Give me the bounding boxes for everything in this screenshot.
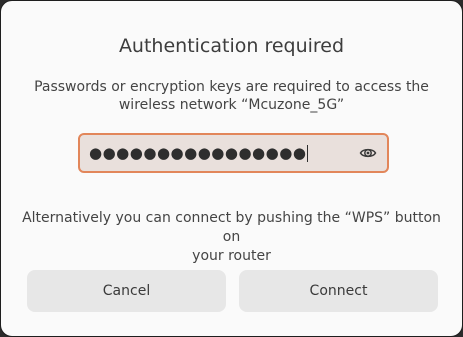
eye-icon[interactable] [359, 145, 377, 161]
authentication-dialog: Authentication required Passwords or enc… [0, 0, 463, 337]
text-caret [307, 145, 309, 162]
message-line-1: Passwords or encryption keys are require… [34, 79, 429, 95]
wps-hint-line-1: Alternatively you can connect by pushing… [22, 210, 441, 245]
cancel-button[interactable]: Cancel [27, 270, 226, 312]
wps-hint-line-2: your router [192, 248, 271, 264]
password-masked-text: ●●●●●●●●●●●●●●●● [89, 141, 309, 165]
eye-icon-graphic [359, 148, 377, 158]
connect-button[interactable]: Connect [239, 270, 438, 312]
dialog-title: Authentication required [118, 35, 345, 57]
message-line-2: wireless network “Mcuzone_5G” [118, 97, 345, 113]
password-field[interactable]: ●●●●●●●●●●●●●●●● [78, 133, 389, 173]
password-dots: ●●●●●●●●●●●●●●●● [89, 144, 307, 162]
dialog-message: Passwords or encryption keys are require… [21, 78, 442, 114]
wps-hint: Alternatively you can connect by pushing… [15, 209, 448, 266]
